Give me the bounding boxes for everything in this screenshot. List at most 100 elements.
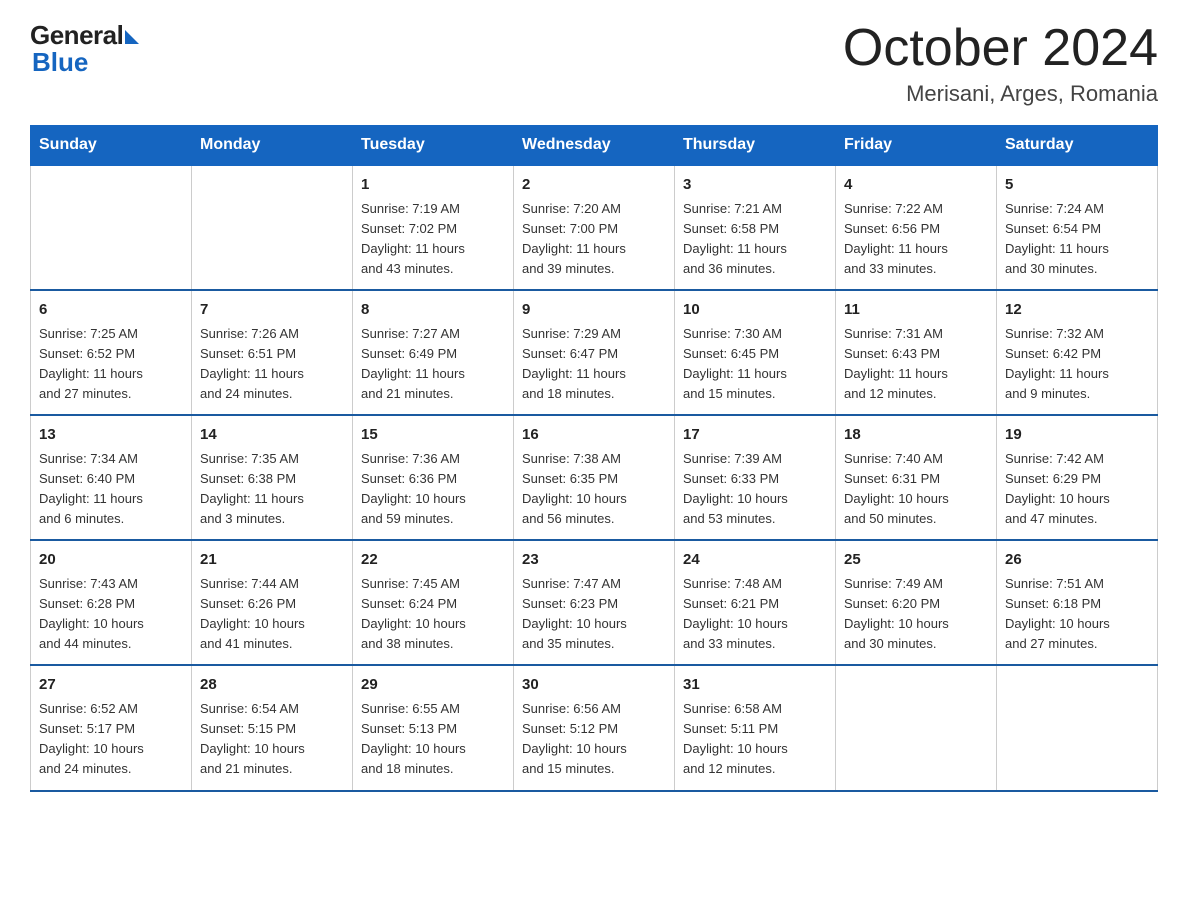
calendar-cell: 4Sunrise: 7:22 AM Sunset: 6:56 PM Daylig… [836, 165, 997, 290]
day-number: 29 [361, 674, 505, 697]
day-info: Sunrise: 6:55 AM Sunset: 5:13 PM Dayligh… [361, 701, 466, 776]
day-info: Sunrise: 7:49 AM Sunset: 6:20 PM Dayligh… [844, 576, 949, 651]
day-number: 30 [522, 674, 666, 697]
day-info: Sunrise: 6:52 AM Sunset: 5:17 PM Dayligh… [39, 701, 144, 776]
day-number: 11 [844, 299, 988, 322]
calendar-cell: 5Sunrise: 7:24 AM Sunset: 6:54 PM Daylig… [997, 165, 1158, 290]
day-number: 3 [683, 174, 827, 197]
day-info: Sunrise: 7:36 AM Sunset: 6:36 PM Dayligh… [361, 451, 466, 526]
day-number: 19 [1005, 424, 1149, 447]
calendar-cell: 12 Sunrise: 7:32 AM Sunset: 6:42 PM Dayli… [997, 290, 1158, 415]
calendar-cell: 28 Sunrise: 6:54 AM Sunset: 5:15 PM Dayli… [192, 665, 353, 790]
day-number: 12 [1005, 299, 1149, 322]
calendar-cell: 11 Sunrise: 7:31 AM Sunset: 6:43 PM Dayli… [836, 290, 997, 415]
calendar-cell: 21 Sunrise: 7:44 AM Sunset: 6:26 PM Dayli… [192, 540, 353, 665]
day-number: 14 [200, 424, 344, 447]
day-info: Sunrise: 6:58 AM Sunset: 5:11 PM Dayligh… [683, 701, 788, 776]
calendar-cell: 3 Sunrise: 7:21 AM Sunset: 6:58 PM Daylig… [675, 165, 836, 290]
day-info: Sunrise: 7:20 AM Sunset: 7:00 PM Dayligh… [522, 201, 626, 276]
day-number: 25 [844, 549, 988, 572]
day-number: 7 [200, 299, 344, 322]
day-info: Sunrise: 7:51 AM Sunset: 6:18 PM Dayligh… [1005, 576, 1110, 651]
calendar-cell: 19 Sunrise: 7:42 AM Sunset: 6:29 PM Dayli… [997, 415, 1158, 540]
column-header-saturday: Saturday [997, 126, 1158, 166]
day-info: Sunrise: 7:45 AM Sunset: 6:24 PM Dayligh… [361, 576, 466, 651]
calendar-cell: 29 Sunrise: 6:55 AM Sunset: 5:13 PM Dayli… [353, 665, 514, 790]
calendar-cell: 8 Sunrise: 7:27 AM Sunset: 6:49 PM Daylig… [353, 290, 514, 415]
day-number: 21 [200, 549, 344, 572]
day-number: 18 [844, 424, 988, 447]
day-info: Sunrise: 7:27 AM Sunset: 6:49 PM Dayligh… [361, 326, 465, 401]
day-number: 16 [522, 424, 666, 447]
day-info: Sunrise: 7:35 AM Sunset: 6:38 PM Dayligh… [200, 451, 304, 526]
calendar-header-row: SundayMondayTuesdayWednesdayThursdayFrid… [31, 126, 1158, 166]
column-header-sunday: Sunday [31, 126, 192, 166]
day-number: 6 [39, 299, 183, 322]
logo: General Blue [30, 20, 139, 78]
column-header-tuesday: Tuesday [353, 126, 514, 166]
day-number: 2 [522, 174, 666, 197]
day-info: Sunrise: 7:26 AM Sunset: 6:51 PM Dayligh… [200, 326, 304, 401]
calendar-cell: 22 Sunrise: 7:45 AM Sunset: 6:24 PM Dayli… [353, 540, 514, 665]
calendar-week-row: 1 Sunrise: 7:19 AM Sunset: 7:02 PM Daylig… [31, 165, 1158, 290]
calendar-cell: 17Sunrise: 7:39 AM Sunset: 6:33 PM Dayli… [675, 415, 836, 540]
calendar-cell: 14 Sunrise: 7:35 AM Sunset: 6:38 PM Dayli… [192, 415, 353, 540]
day-info: Sunrise: 7:40 AM Sunset: 6:31 PM Dayligh… [844, 451, 949, 526]
calendar-cell: 6 Sunrise: 7:25 AM Sunset: 6:52 PM Daylig… [31, 290, 192, 415]
column-header-wednesday: Wednesday [514, 126, 675, 166]
day-info: Sunrise: 7:25 AM Sunset: 6:52 PM Dayligh… [39, 326, 143, 401]
day-info: Sunrise: 7:44 AM Sunset: 6:26 PM Dayligh… [200, 576, 305, 651]
calendar-cell: 9 Sunrise: 7:29 AM Sunset: 6:47 PM Daylig… [514, 290, 675, 415]
day-info: Sunrise: 7:38 AM Sunset: 6:35 PM Dayligh… [522, 451, 627, 526]
calendar-cell: 30 Sunrise: 6:56 AM Sunset: 5:12 PM Dayli… [514, 665, 675, 790]
day-info: Sunrise: 7:43 AM Sunset: 6:28 PM Dayligh… [39, 576, 144, 651]
calendar-cell: 10 Sunrise: 7:30 AM Sunset: 6:45 PM Dayli… [675, 290, 836, 415]
day-number: 28 [200, 674, 344, 697]
calendar-title: October 2024 [843, 20, 1158, 77]
calendar-cell: 7 Sunrise: 7:26 AM Sunset: 6:51 PM Daylig… [192, 290, 353, 415]
column-header-friday: Friday [836, 126, 997, 166]
calendar-cell: 1 Sunrise: 7:19 AM Sunset: 7:02 PM Daylig… [353, 165, 514, 290]
day-number: 5 [1005, 174, 1149, 197]
day-number: 15 [361, 424, 505, 447]
calendar-cell: 16 Sunrise: 7:38 AM Sunset: 6:35 PM Dayli… [514, 415, 675, 540]
column-header-monday: Monday [192, 126, 353, 166]
day-info: Sunrise: 7:42 AM Sunset: 6:29 PM Dayligh… [1005, 451, 1110, 526]
day-number: 27 [39, 674, 183, 697]
day-number: 23 [522, 549, 666, 572]
logo-triangle-icon [125, 30, 139, 44]
calendar-cell: 23 Sunrise: 7:47 AM Sunset: 6:23 PM Dayli… [514, 540, 675, 665]
calendar-cell: 2 Sunrise: 7:20 AM Sunset: 7:00 PM Daylig… [514, 165, 675, 290]
day-number: 24 [683, 549, 827, 572]
day-info: Sunrise: 7:19 AM Sunset: 7:02 PM Dayligh… [361, 201, 465, 276]
day-number: 8 [361, 299, 505, 322]
calendar-cell: 26 Sunrise: 7:51 AM Sunset: 6:18 PM Dayli… [997, 540, 1158, 665]
day-info: Sunrise: 6:54 AM Sunset: 5:15 PM Dayligh… [200, 701, 305, 776]
calendar-location: Merisani, Arges, Romania [843, 81, 1158, 107]
day-info: Sunrise: 6:56 AM Sunset: 5:12 PM Dayligh… [522, 701, 627, 776]
day-info: Sunrise: 7:29 AM Sunset: 6:47 PM Dayligh… [522, 326, 626, 401]
day-info: Sunrise: 7:48 AM Sunset: 6:21 PM Dayligh… [683, 576, 788, 651]
calendar-cell: 31Sunrise: 6:58 AM Sunset: 5:11 PM Dayli… [675, 665, 836, 790]
day-number: 1 [361, 174, 505, 197]
calendar-cell: 27 Sunrise: 6:52 AM Sunset: 5:17 PM Dayli… [31, 665, 192, 790]
day-number: 20 [39, 549, 183, 572]
calendar-cell [31, 165, 192, 290]
calendar-cell [997, 665, 1158, 790]
day-info: Sunrise: 7:32 AM Sunset: 6:42 PM Dayligh… [1005, 326, 1109, 401]
day-info: Sunrise: 7:30 AM Sunset: 6:45 PM Dayligh… [683, 326, 787, 401]
calendar-cell: 24 Sunrise: 7:48 AM Sunset: 6:21 PM Dayli… [675, 540, 836, 665]
day-info: Sunrise: 7:31 AM Sunset: 6:43 PM Dayligh… [844, 326, 948, 401]
day-number: 26 [1005, 549, 1149, 572]
day-number: 13 [39, 424, 183, 447]
calendar-cell: 18 Sunrise: 7:40 AM Sunset: 6:31 PM Dayli… [836, 415, 997, 540]
day-number: 9 [522, 299, 666, 322]
day-info: Sunrise: 7:47 AM Sunset: 6:23 PM Dayligh… [522, 576, 627, 651]
day-number: 4 [844, 174, 988, 197]
day-info: Sunrise: 7:21 AM Sunset: 6:58 PM Dayligh… [683, 201, 787, 276]
day-number: 10 [683, 299, 827, 322]
day-number: 22 [361, 549, 505, 572]
calendar-week-row: 20 Sunrise: 7:43 AM Sunset: 6:28 PM Dayli… [31, 540, 1158, 665]
calendar-cell: 15 Sunrise: 7:36 AM Sunset: 6:36 PM Dayli… [353, 415, 514, 540]
calendar-week-row: 27 Sunrise: 6:52 AM Sunset: 5:17 PM Dayli… [31, 665, 1158, 790]
